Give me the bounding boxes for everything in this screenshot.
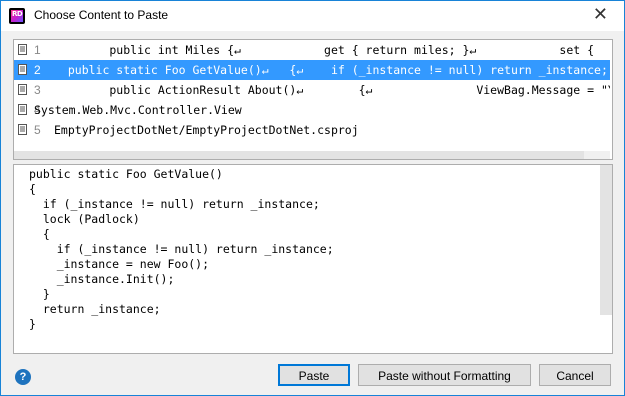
document-icon xyxy=(18,84,27,95)
list-item-number: 5 xyxy=(34,123,41,137)
choose-content-dialog: RD Choose Content to Paste ✕ 1 public in… xyxy=(0,0,625,396)
list-item-text: public int Miles {↵ get { return miles; … xyxy=(54,43,601,57)
code-preview-pane: public static Foo GetValue() { if (_inst… xyxy=(13,164,613,354)
document-icon xyxy=(18,64,27,75)
horizontal-scrollbar[interactable] xyxy=(14,151,610,159)
code-preview-text: public static Foo GetValue() { if (_inst… xyxy=(29,167,334,331)
list-item-number: 3 xyxy=(34,83,41,97)
help-icon[interactable]: ? xyxy=(15,369,31,385)
list-item-number: 2 xyxy=(34,63,41,77)
document-icon xyxy=(18,124,27,135)
paste-without-formatting-button[interactable]: Paste without Formatting xyxy=(358,364,531,386)
list-item-selected[interactable]: 2 public static Foo GetValue()↵ {↵ if (_… xyxy=(14,60,610,80)
list-item-text: public static Foo GetValue()↵ {↵ if (_in… xyxy=(54,63,608,77)
close-icon[interactable]: ✕ xyxy=(593,5,608,25)
list-item[interactable]: 5 EmptyProjectDotNet/EmptyProjectDotNet.… xyxy=(14,120,610,140)
dialog-title: Choose Content to Paste xyxy=(34,8,169,22)
list-item-text: EmptyProjectDotNet/EmptyProjectDotNet.cs… xyxy=(54,123,359,137)
paste-button[interactable]: Paste xyxy=(278,364,350,386)
vertical-scrollbar[interactable] xyxy=(600,165,612,315)
list-item[interactable]: 1 public int Miles {↵ get { return miles… xyxy=(14,40,610,60)
list-item[interactable]: 3 public ActionResult About()↵ {↵ ViewBa… xyxy=(14,80,610,100)
list-item-number: 1 xyxy=(34,43,41,57)
document-icon xyxy=(18,44,27,55)
title-bar: RD Choose Content to Paste ✕ xyxy=(1,1,624,31)
document-icon xyxy=(18,104,27,115)
clipboard-history-list[interactable]: 1 public int Miles {↵ get { return miles… xyxy=(13,39,613,160)
list-item-text: public ActionResult About()↵ {↵ ViewBag.… xyxy=(54,83,610,97)
cancel-button[interactable]: Cancel xyxy=(539,364,611,386)
scrollbar-corner xyxy=(584,151,610,159)
list-item[interactable]: 4 System.Web.Mvc.Controller.View xyxy=(14,100,610,120)
list-item-text: System.Web.Mvc.Controller.View xyxy=(34,103,242,117)
rider-app-icon: RD xyxy=(9,8,25,24)
